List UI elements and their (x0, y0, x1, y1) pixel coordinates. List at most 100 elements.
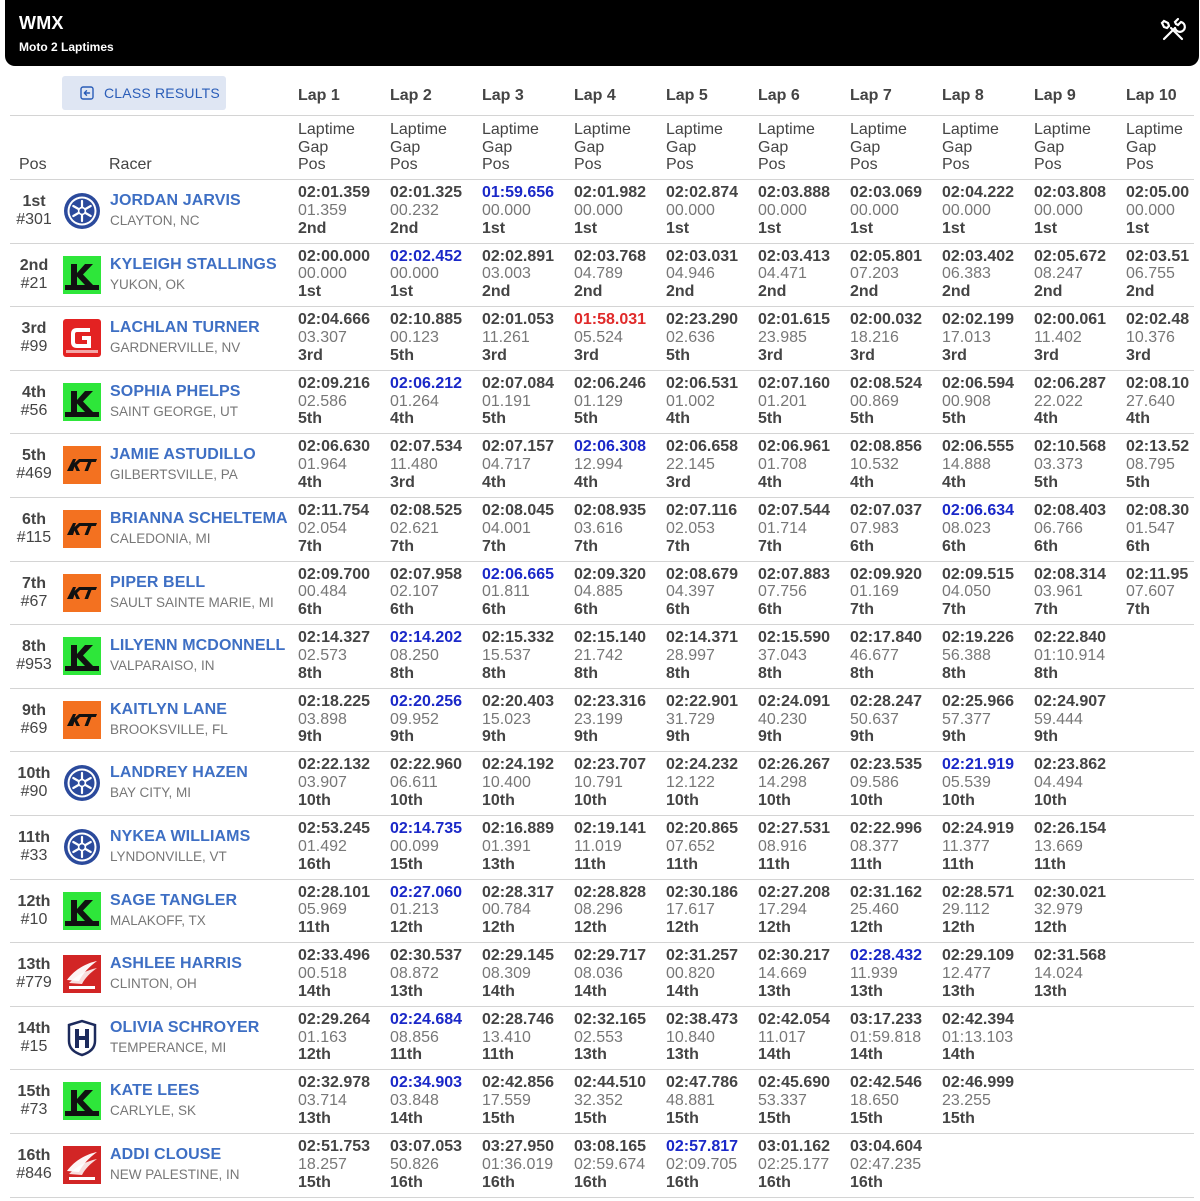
racer-name-link[interactable]: LACHLAN TURNER (110, 319, 260, 337)
racer-name-link[interactable]: LANDREY HAZEN (110, 764, 248, 782)
table-row[interactable]: 9th #69 KAITLYN LANE BROOKSVILLE, FL 02:18.2… (0, 689, 1200, 753)
class-results-button[interactable]: CLASS RESULTS (62, 76, 226, 110)
lap-gap: 02:59.674 (574, 1155, 646, 1173)
table-row[interactable]: 13th #779 ASHLEE HARRIS CLINTON, OH 02:33.49… (0, 943, 1200, 1007)
lap-gap: 10.791 (574, 774, 623, 792)
tools-icon[interactable] (1159, 16, 1187, 44)
lap-position: 9th (298, 728, 322, 746)
lap-column-header[interactable]: Lap 4 (574, 87, 616, 105)
header-divider (10, 115, 1194, 116)
lap-position: 16th (850, 1173, 883, 1191)
lap-column-header[interactable]: Lap 1 (298, 87, 340, 105)
top-bar: WMX Moto 2 Laptimes (5, 0, 1199, 66)
lap-cell: 02:20.865 07.652 11th (666, 820, 738, 873)
lap-column-header[interactable]: Lap 7 (850, 87, 892, 105)
lap-time: 02:22.996 (850, 820, 923, 837)
lap-time: 02:06.308 (574, 438, 647, 456)
lap-gap: 00.000 (1034, 201, 1083, 219)
bike-number: #469 (16, 465, 52, 483)
lap-column-header[interactable]: Lap 8 (942, 87, 984, 105)
lap-position: 7th (758, 537, 782, 555)
racer-name-link[interactable]: KYLEIGH STALLINGS (110, 256, 277, 274)
racer-hometown: YUKON, OK (110, 276, 186, 292)
lap-column-header[interactable]: Lap 5 (666, 87, 708, 105)
racer-name-link[interactable]: JORDAN JARVIS (110, 192, 241, 210)
lap-cell: 02:06.630 01.964 4th (298, 438, 370, 491)
racer-name-link[interactable]: BRIANNA SCHELTEMA (110, 510, 288, 528)
lap-gap: 00.908 (942, 392, 991, 410)
lap-time: 03:27.950 (482, 1138, 555, 1155)
lap-column-header[interactable]: Lap 10 (1126, 87, 1177, 105)
lap-cell: 02:08.403 06.766 6th (1034, 502, 1106, 555)
lap-column-header[interactable]: Lap 2 (390, 87, 432, 105)
lap-column-header[interactable]: Lap 6 (758, 87, 800, 105)
lap-time: 02:19.141 (574, 820, 647, 837)
lap-gap: 10.840 (666, 1028, 715, 1046)
table-row[interactable]: 12th #10 SAGE TANGLER MALAKOFF, TX 02:28.101… (0, 880, 1200, 944)
lap-gap: 08.872 (390, 964, 439, 982)
racer-name-link[interactable]: OLIVIA SCHROYER (110, 1019, 259, 1037)
sub-header-label: Pos (850, 156, 878, 173)
table-row[interactable]: 5th #469 JAMIE ASTUDILLO GILBERTSVILLE, PA 0… (0, 434, 1200, 498)
lap-column-header[interactable]: Lap 3 (482, 87, 524, 105)
lap-column-header[interactable]: Lap 9 (1034, 87, 1076, 105)
table-row[interactable]: 10th #90 LANDREY HAZEN BAY CITY, MI 02:22.13… (0, 752, 1200, 816)
racer-name-link[interactable]: KAITLYN LANE (110, 701, 227, 719)
racer-name-link[interactable]: PIPER BELL (110, 574, 205, 592)
table-row[interactable]: 15th #73 KATE LEES CARLYLE, SK 02:32.978 03.7… (0, 1070, 1200, 1134)
lap-gap: 23.255 (942, 1092, 991, 1110)
table-row[interactable]: 4th #56 SOPHIA PHELPS SAINT GEORGE, UT 02:09… (0, 371, 1200, 435)
lap-gap: 00.000 (758, 201, 807, 219)
class-results-label: CLASS RESULTS (104, 85, 220, 101)
lap-gap: 01.708 (758, 456, 807, 474)
lap-gap: 05.524 (574, 328, 623, 346)
lap-gap: 01:59.818 (850, 1028, 922, 1046)
racer-name-link[interactable]: JAMIE ASTUDILLO (110, 446, 256, 464)
lap-cell: 02:22.996 08.377 11th (850, 820, 922, 873)
lap-cell: 02:07.160 01.201 5th (758, 375, 830, 428)
racer-name-link[interactable]: SOPHIA PHELPS (110, 383, 241, 401)
racer-name-link[interactable]: ADDI CLOUSE (110, 1146, 221, 1164)
lap-cell: 02:04.222 00.000 1st (942, 184, 1014, 237)
lap-gap: 29.112 (942, 901, 990, 919)
lap-gap: 00.000 (850, 201, 899, 219)
lap-cell: 02:02.874 00.000 1st (666, 184, 738, 237)
position-cell: 7th #67 (8, 575, 60, 611)
racer-name-link[interactable]: NYKEA WILLIAMS (110, 828, 250, 846)
lap-gap: 22.145 (666, 456, 715, 474)
lap-position: 8th (758, 664, 782, 682)
lap-time: 02:02.199 (942, 311, 1015, 329)
lap-position: 5th (390, 346, 414, 364)
lap-time: 02:09.920 (850, 565, 923, 583)
table-row[interactable]: 6th #115 BRIANNA SCHELTEMA CALEDONIA, MI 02:… (0, 498, 1200, 562)
lap-position: 4th (666, 410, 690, 428)
lap-position: 5th (1126, 473, 1150, 491)
lap-gap: 59.444 (1034, 710, 1083, 728)
lap-time: 02:23.316 (574, 692, 647, 710)
lap-time: 02:42.546 (850, 1074, 923, 1092)
racer-name-link[interactable]: LILYENN MCDONNELL (110, 637, 285, 655)
table-row[interactable]: 1st #301 JORDAN JARVIS CLAYTON, NC 02:01.359… (0, 180, 1200, 244)
table-row[interactable]: 11th #33 NYKEA WILLIAMS LYNDONVILLE, VT 02:5… (0, 816, 1200, 880)
lap-time: 02:14.327 (298, 629, 371, 647)
lap-sub-header: Laptime Gap Pos (574, 121, 631, 174)
racer-name-link[interactable]: ASHLEE HARRIS (110, 955, 242, 973)
racer-hometown: SAINT GEORGE, UT (110, 403, 239, 419)
table-row[interactable]: 2nd #21 KYLEIGH STALLINGS YUKON, OK 02:00.00… (0, 244, 1200, 308)
table-row[interactable]: 14th #15 OLIVIA SCHROYER TEMPERANCE, MI 02:2… (0, 1007, 1200, 1071)
lap-position: 1st (482, 219, 506, 237)
table-row[interactable]: 7th #67 PIPER BELL SAULT SAINTE MARIE, MI 02… (0, 562, 1200, 626)
racer-name-link[interactable]: KATE LEES (110, 1082, 200, 1100)
sub-header-label: Gap (942, 138, 973, 156)
lap-cell: 02:33.496 00.518 14th (298, 947, 370, 1000)
lap-time: 02:24.232 (666, 756, 739, 774)
lap-cell: 02:16.889 01.391 13th (482, 820, 554, 873)
lap-time: 02:03.51 (1126, 247, 1190, 265)
racer-name-link[interactable]: SAGE TANGLER (110, 892, 237, 910)
lap-time: 02:01.325 (390, 184, 463, 201)
lap-time: 02:18.225 (298, 692, 371, 710)
table-row[interactable]: 3rd #99 LACHLAN TURNER GARDNERVILLE, NV 02:0… (0, 307, 1200, 371)
table-row[interactable]: 16th #846 ADDI CLOUSE NEW PALESTINE, IN 02:5… (0, 1134, 1200, 1198)
table-row[interactable]: 8th #953 LILYENN MCDONNELL VALPARAISO, IN 02… (0, 625, 1200, 689)
lap-sub-header: Laptime Gap Pos (1126, 121, 1183, 174)
